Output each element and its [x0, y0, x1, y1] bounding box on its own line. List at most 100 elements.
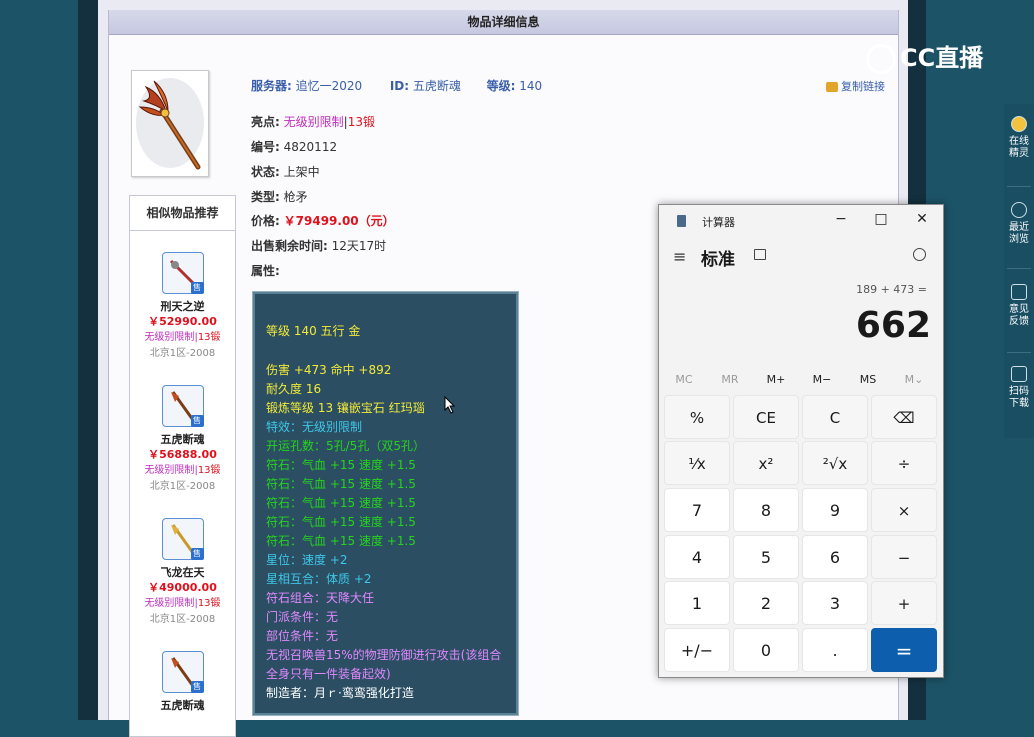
server-value: 追忆一2020: [295, 79, 363, 93]
id-value: 五虎断魂: [412, 79, 461, 93]
similar-item-tag: 无级别限制|13锻: [144, 465, 221, 476]
sidebar-label: 在线: [1009, 136, 1029, 147]
memory-recall-button[interactable]: MR: [707, 373, 753, 386]
mouse-cursor-icon: [444, 395, 456, 418]
highlight-label: 亮点:: [251, 115, 280, 129]
memory-list-button[interactable]: M⌄: [891, 373, 937, 386]
percent-button[interactable]: %: [664, 395, 730, 439]
memory-subtract-button[interactable]: M−: [799, 373, 845, 386]
digit-7-button[interactable]: 7: [664, 488, 730, 532]
sidebar-item-feedback[interactable]: 意见 反馈: [1004, 284, 1034, 328]
sidebar-item-scan-download[interactable]: 扫码 下载: [1004, 366, 1034, 410]
item-thumbnail[interactable]: 售: [161, 651, 204, 693]
stat-line: 全身只有一件装备起效): [266, 667, 391, 681]
similar-item-name[interactable]: 刑天之逆: [130, 298, 235, 313]
similar-item[interactable]: 售 五虎断魂 ￥56888.00 无级别限制|13锻 北京1区-2008: [130, 385, 235, 492]
stat-line: 等级 140 五行 金: [266, 324, 361, 338]
digit-4-button[interactable]: 4: [664, 535, 730, 579]
clear-button[interactable]: C: [802, 395, 868, 439]
maximize-button[interactable]: □: [871, 211, 891, 227]
clear-entry-button[interactable]: CE: [733, 395, 799, 439]
square-button[interactable]: x²: [733, 441, 799, 485]
similar-item-server: 北京1区-2008: [149, 348, 216, 359]
similar-item-tag-forge: 13锻: [197, 332, 221, 343]
item-thumbnail[interactable]: 售: [161, 518, 204, 560]
square-root-button[interactable]: ²√x: [802, 441, 868, 485]
digit-3-button[interactable]: 3: [802, 581, 868, 625]
remaining-label: 出售剩余时间:: [251, 239, 328, 253]
sale-badge: 售: [190, 282, 204, 294]
similar-item-name[interactable]: 飞龙在天: [130, 564, 235, 579]
digit-2-button[interactable]: 2: [733, 581, 799, 625]
server-label: 服务器:: [251, 79, 292, 93]
add-button[interactable]: +: [871, 581, 937, 625]
calculator-window: 计算器 − □ ✕ ≡ 标准 189 + 473 = 662 MC MR M+ …: [658, 204, 944, 678]
negate-button[interactable]: +/−: [664, 628, 730, 672]
similar-item-tag-text: 无级别限制: [144, 332, 195, 343]
remaining-value: 12天17时: [331, 239, 387, 253]
similar-item-tag-text: 无级别限制: [144, 598, 195, 609]
cc-logo-text: CC直播: [900, 44, 984, 72]
right-sidebar: 在线 精灵 最近 浏览 意见 反馈 扫码 下载: [1004, 104, 1034, 438]
sidebar-label: 扫码: [1009, 386, 1029, 397]
digit-8-button[interactable]: 8: [733, 488, 799, 532]
type-row: 类型: 枪矛: [251, 188, 308, 205]
subtract-button[interactable]: −: [871, 535, 937, 579]
type-label: 类型:: [251, 190, 280, 204]
hamburger-menu-icon[interactable]: ≡: [673, 247, 686, 266]
highlight-value-2: 13锻: [347, 115, 375, 129]
stat-line: 星相互合：体质 +2: [266, 572, 372, 586]
similar-item-name[interactable]: 五虎断魂: [130, 431, 235, 446]
level-label: 等级:: [486, 79, 516, 93]
stat-line: 符石：气血 +15 速度 +1.5: [266, 458, 416, 472]
stat-line: 符石：气血 +15 速度 +1.5: [266, 477, 416, 491]
copy-link-button[interactable]: 复制链接: [826, 78, 885, 94]
multiply-button[interactable]: ×: [871, 488, 937, 532]
memory-clear-button[interactable]: MC: [661, 373, 707, 386]
close-button[interactable]: ✕: [912, 211, 932, 227]
status-value: 上架中: [283, 165, 320, 179]
keep-on-top-icon[interactable]: [754, 249, 766, 260]
sale-badge: 售: [190, 681, 204, 693]
digit-0-button[interactable]: 0: [733, 628, 799, 672]
highlight-row: 亮点: 无级别限制|13锻: [251, 113, 375, 130]
similar-item-tag-forge: 13锻: [197, 598, 221, 609]
item-thumbnail[interactable]: 售: [161, 385, 204, 427]
scan-icon: [1011, 366, 1027, 382]
sidebar-item-recent[interactable]: 最近 浏览: [1004, 202, 1034, 246]
memory-row: MC MR M+ M− MS M⌄: [659, 373, 943, 393]
status-row: 状态: 上架中: [251, 163, 320, 180]
stat-line: 星位：速度 +2: [266, 553, 348, 567]
digit-1-button[interactable]: 1: [664, 581, 730, 625]
similar-item-server: 北京1区-2008: [149, 614, 216, 625]
calculator-titlebar[interactable]: 计算器 − □ ✕: [659, 205, 943, 237]
minimize-button[interactable]: −: [831, 211, 851, 227]
equals-button[interactable]: =: [871, 628, 937, 672]
stat-line: 部位条件：无: [266, 629, 339, 643]
decimal-button[interactable]: .: [802, 628, 868, 672]
memory-store-button[interactable]: MS: [845, 373, 891, 386]
similar-item[interactable]: 售 五虎断魂: [130, 651, 235, 712]
memory-add-button[interactable]: M+: [753, 373, 799, 386]
sidebar-item-online-sprite[interactable]: 在线 精灵: [1004, 116, 1034, 160]
similar-item-price: ￥49000.00: [148, 581, 217, 594]
backspace-button[interactable]: ⌫: [871, 395, 937, 439]
number-value: 4820112: [283, 140, 338, 154]
number-row: 编号: 4820112: [251, 138, 337, 155]
divide-button[interactable]: ÷: [871, 441, 937, 485]
history-icon[interactable]: [913, 248, 926, 261]
stat-line: 制造者：月ｒ·鸾鸾强化打造: [266, 686, 414, 700]
remaining-row: 出售剩余时间: 12天17时: [251, 237, 386, 254]
similar-item-name[interactable]: 五虎断魂: [130, 697, 235, 712]
sidebar-divider: [1007, 186, 1031, 187]
digit-6-button[interactable]: 6: [802, 535, 868, 579]
digit-9-button[interactable]: 9: [802, 488, 868, 532]
reciprocal-button[interactable]: ¹⁄x: [664, 441, 730, 485]
similar-item[interactable]: 售 飞龙在天 ￥49000.00 无级别限制|13锻 北京1区-2008: [130, 518, 235, 625]
calculator-app-icon: [677, 215, 686, 227]
similar-item[interactable]: 售 刑天之逆 ￥52990.00 无级别限制|13锻 北京1区-2008: [130, 252, 235, 359]
digit-5-button[interactable]: 5: [733, 535, 799, 579]
stat-line: 符石：气血 +15 速度 +1.5: [266, 534, 416, 548]
sidebar-divider: [1007, 352, 1031, 353]
item-thumbnail[interactable]: 售: [161, 252, 204, 294]
